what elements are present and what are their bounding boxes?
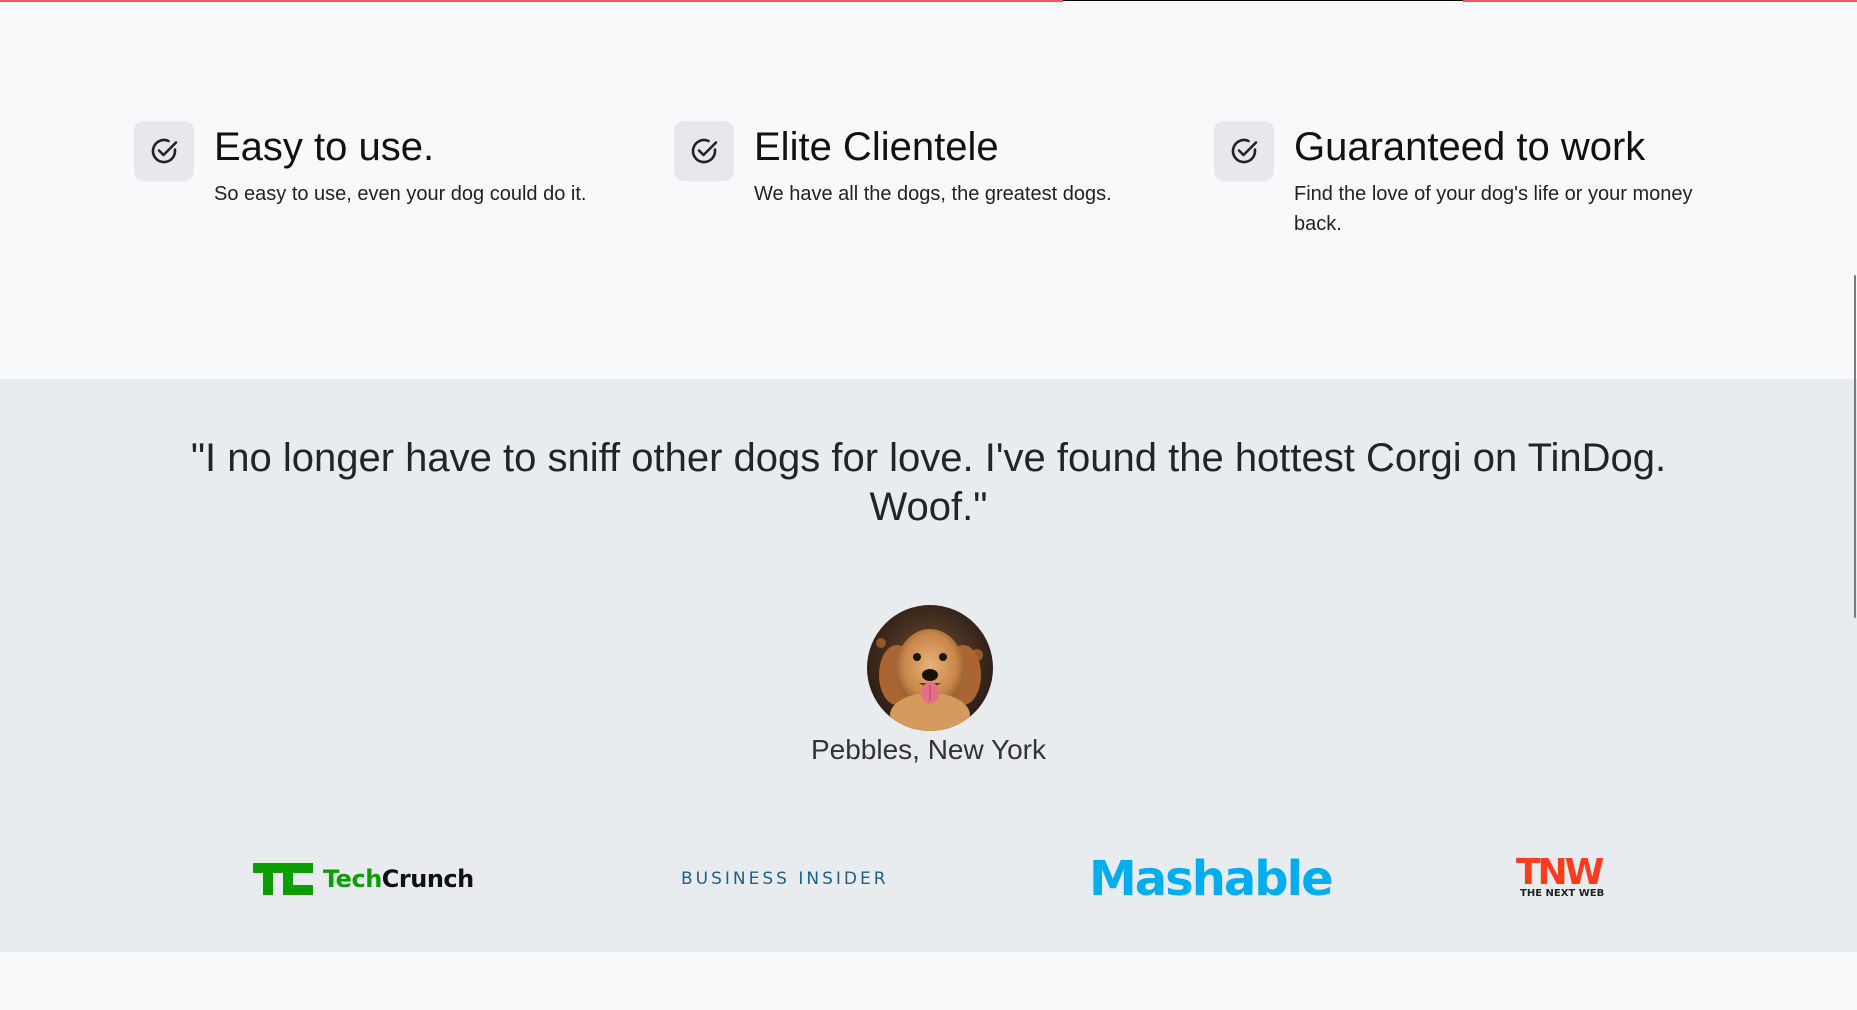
check-circle-icon — [1214, 121, 1274, 181]
next-section — [0, 952, 1857, 1010]
feature-title: Easy to use. — [214, 125, 435, 169]
testimonial-quote: "I no longer have to sniff other dogs fo… — [190, 436, 1667, 529]
scrollbar-thumb[interactable] — [1854, 275, 1856, 618]
top-border-line — [1463, 0, 1857, 2]
tnw-tagline: THE NEXT WEB — [1520, 888, 1605, 899]
feature-description: Find the love of your dog's life or your… — [1294, 183, 1693, 235]
feature-description: We have all the dogs, the greatest dogs. — [754, 183, 1112, 205]
tnw-logo-group: TNW THE NEXT WEB — [1516, 852, 1606, 900]
techcrunch-wordmark-prefix: Tech — [323, 865, 382, 893]
business-insider-wordmark: BUSINESS INSIDER — [681, 869, 889, 889]
feature-description: So easy to use, even your dog could do i… — [214, 183, 587, 205]
page-scrollbar[interactable] — [1853, 0, 1857, 1010]
features-section: Easy to use. So easy to use, even your d… — [0, 0, 1857, 379]
golden-retriever-avatar — [867, 605, 993, 731]
feature-title: Elite Clientele — [754, 125, 999, 169]
testimonials-section: "I no longer have to sniff other dogs fo… — [0, 379, 1857, 952]
techcrunch-wordmark-suffix: Crunch — [381, 865, 474, 893]
mashable-logo[interactable]: Mashable — [1089, 849, 1334, 909]
techcrunch-wordmark: TechCrunch — [323, 865, 474, 893]
feature-title: Guaranteed to work — [1294, 125, 1646, 169]
testimonial-author: Pebbles, New York — [810, 734, 1047, 765]
mashable-wordmark: Mashable — [1089, 851, 1334, 907]
check-circle-icon — [674, 121, 734, 181]
tnw-wordmark: TNW — [1516, 852, 1604, 893]
business-insider-logo[interactable]: BUSINESS INSIDER — [681, 849, 889, 909]
tnw-logo[interactable]: TNW THE NEXT WEB — [1516, 849, 1606, 909]
check-circle-icon — [134, 121, 194, 181]
top-border-line — [0, 0, 1063, 2]
techcrunch-logo[interactable]: TechCrunch — [253, 849, 474, 909]
top-border-line — [1063, 0, 1463, 1]
techcrunch-mark-icon — [253, 863, 313, 895]
